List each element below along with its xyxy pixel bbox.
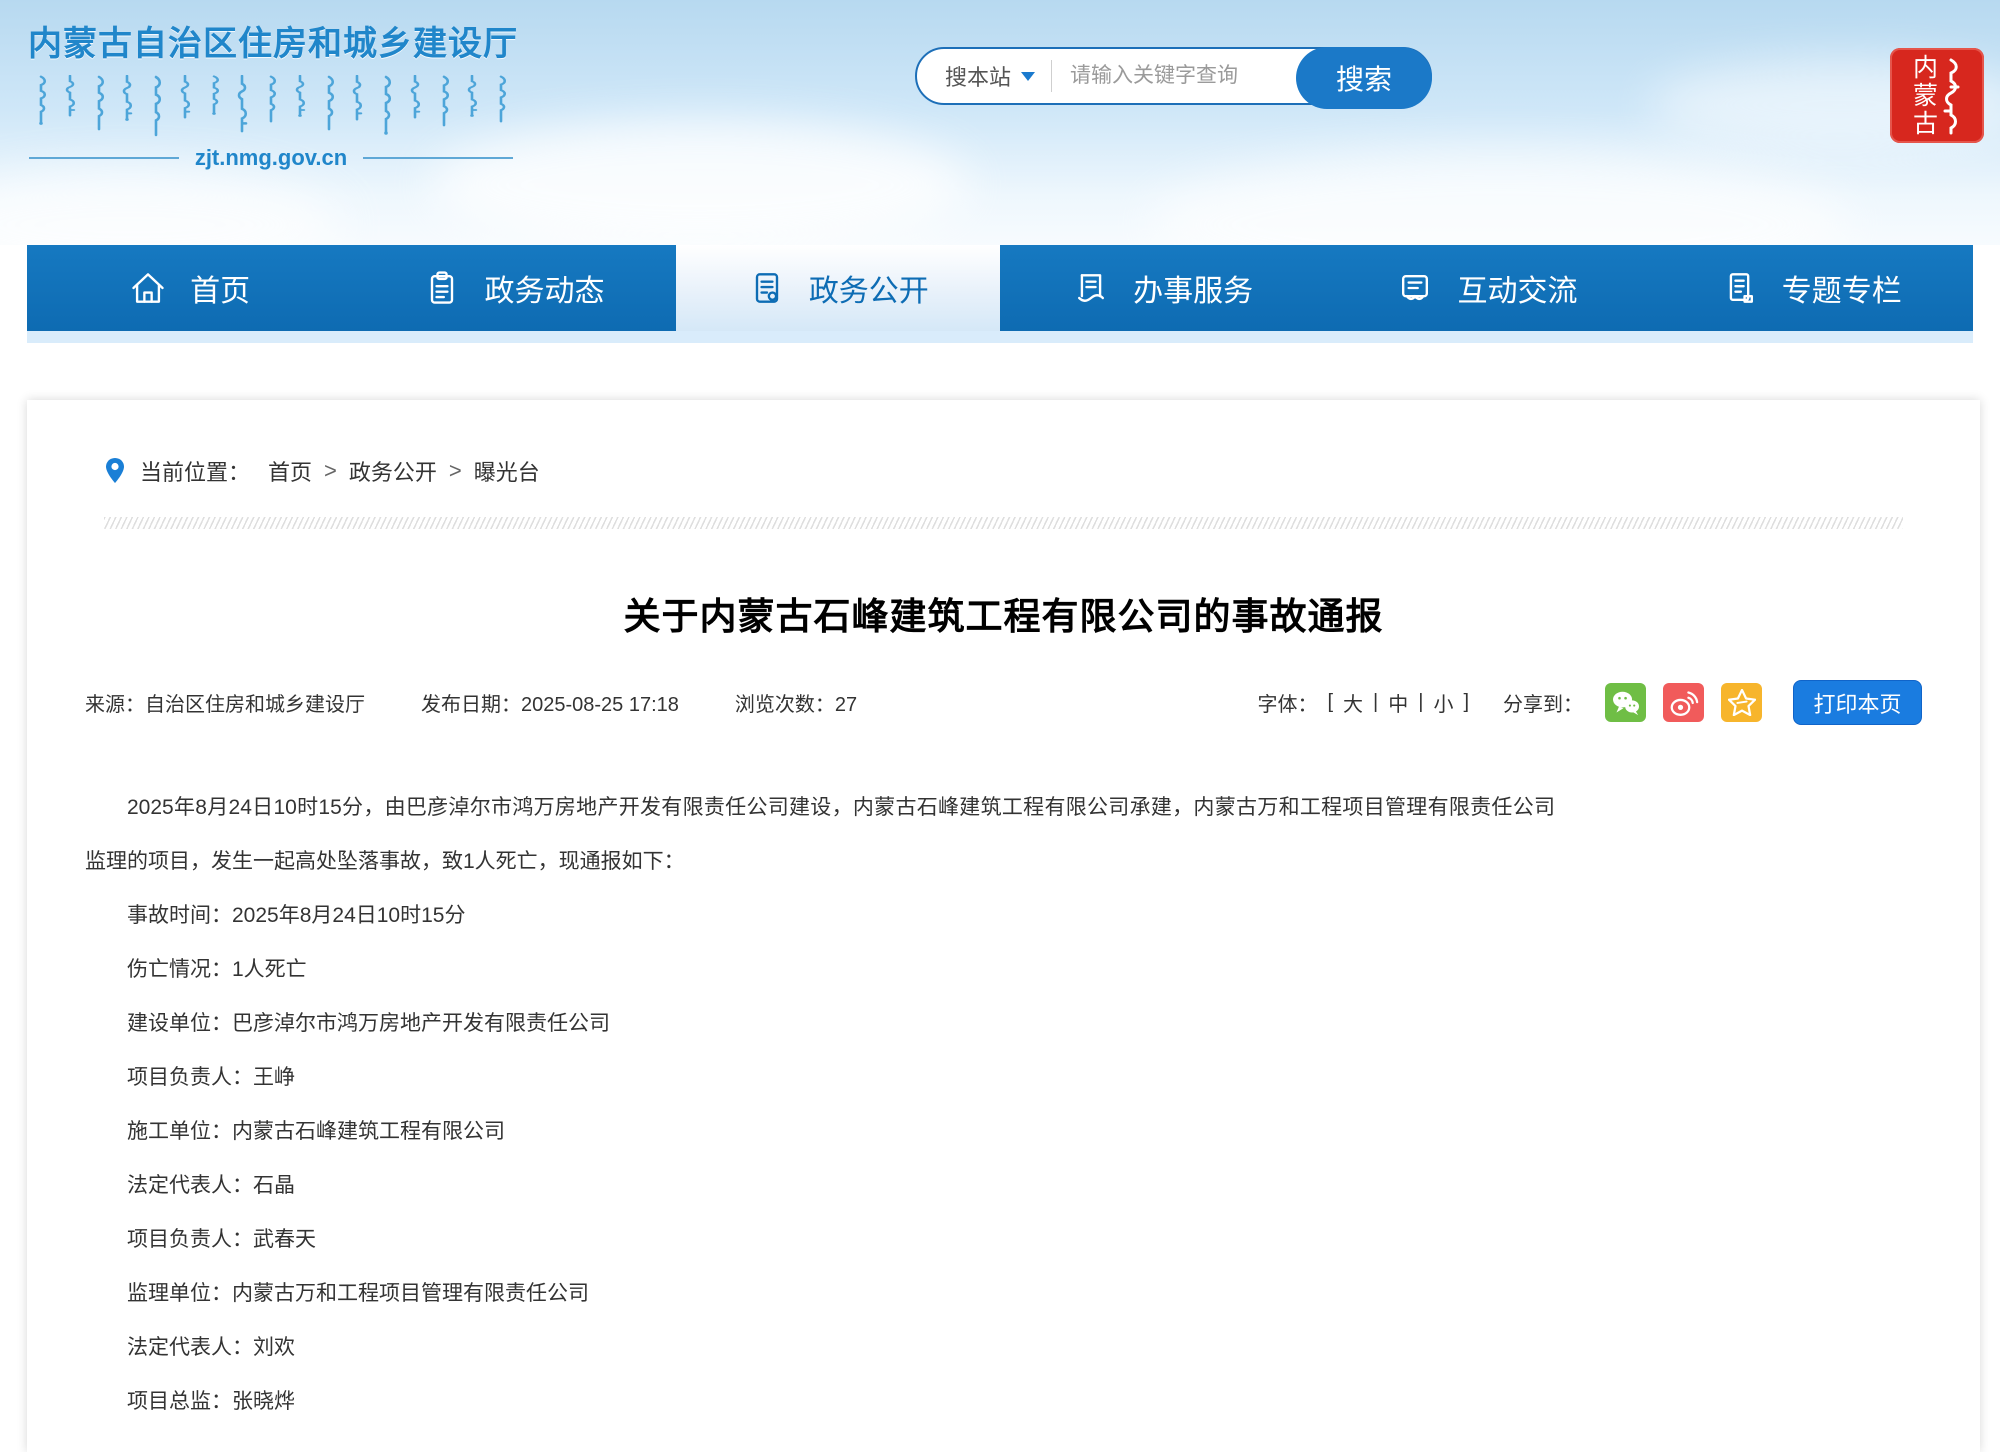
meta-date: 发布日期：2025-08-25 17:18 (421, 688, 679, 717)
column-doc-icon (1720, 268, 1760, 308)
share-label: 分享到： (1503, 688, 1583, 717)
font-size-small[interactable]: 小 (1433, 688, 1453, 717)
clipboard-icon (422, 268, 462, 308)
font-bracket: [ (1327, 691, 1333, 714)
search-divider (1051, 60, 1052, 92)
font-size-large[interactable]: 大 (1343, 688, 1363, 717)
article-paragraph: 施工单位：内蒙古石峰建筑工程有限公司 (85, 1105, 1555, 1159)
mongolian-script (28, 75, 514, 141)
meta-date-value: 2025-08-25 17:18 (521, 694, 679, 716)
search-button[interactable]: 搜索 (1296, 47, 1432, 109)
article-paragraph: 项目总监：张晓烨 (85, 1375, 1555, 1429)
article-meta-right: 字体： [ 大 | 中 | 小 ] 分享到： (1257, 680, 1922, 725)
cloud-decoration (1150, 150, 1850, 245)
font-pipe: | (1418, 691, 1423, 714)
nav-item-label: 首页 (190, 266, 250, 310)
article-meta-left: 来源：自治区住房和城乡建设厅 发布日期：2025-08-25 17:18 浏览次… (85, 688, 857, 717)
nav-item-label: 互动交流 (1457, 266, 1577, 310)
nav-item-home[interactable]: 首页 (27, 245, 351, 331)
article-paragraph: 2025年8月24日10时15分，由巴彦淖尔市鸿万房地产开发有限责任公司建设，内… (85, 781, 1555, 889)
nav-strip (27, 331, 1973, 343)
article-paragraph: 法定代表人：刘欢 (85, 1321, 1555, 1375)
site-domain-row: zjt.nmg.gov.cn (28, 145, 514, 171)
divider-line (363, 157, 513, 159)
share-star-button[interactable] (1721, 683, 1762, 722)
breadcrumb-link-home[interactable]: 首页 (268, 455, 312, 487)
divider-line (29, 157, 179, 159)
location-pin-icon (104, 457, 126, 485)
article-paragraph: 建设单位：巴彦淖尔市鸿万房地产开发有限责任公司 (85, 997, 1555, 1051)
home-icon (128, 268, 168, 308)
article-paragraph: 伤亡情况：1人死亡 (85, 943, 1555, 997)
nmg-seal: 内蒙古 (1890, 48, 1984, 143)
site-header: 内蒙古自治区住房和城乡建设厅 zjt.nmg.gov.cn 搜本站 搜索 内蒙古 (0, 0, 2000, 245)
seal-mongolian-glyph (1938, 57, 1964, 135)
nav-item-label: 办事服务 (1133, 266, 1253, 310)
site-domain: zjt.nmg.gov.cn (195, 145, 347, 171)
scroll-doc-icon (1071, 268, 1111, 308)
site-title: 内蒙古自治区住房和城乡建设厅 (28, 16, 514, 65)
meta-views-value: 27 (835, 694, 857, 716)
chevron-down-icon (1021, 72, 1035, 81)
nav-item-news[interactable]: 政务动态 (351, 245, 675, 331)
meta-views: 浏览次数：27 (735, 688, 857, 717)
nav-item-interaction[interactable]: 互动交流 (1324, 245, 1648, 331)
search-scope-label: 搜本站 (945, 60, 1011, 92)
font-pipe: | (1373, 691, 1378, 714)
wechat-icon (1611, 690, 1641, 716)
share-weibo-button[interactable] (1663, 683, 1704, 722)
breadcrumb: 当前位置： 首页 > 政务公开 > 曝光台 (104, 455, 1903, 487)
article-paragraph: 项目负责人：王峥 (85, 1051, 1555, 1105)
site-logo[interactable]: 内蒙古自治区住房和城乡建设厅 zjt.nmg.gov.cn (28, 16, 514, 171)
meta-source: 来源：自治区住房和城乡建设厅 (85, 688, 365, 717)
nav-item-label: 政务动态 (484, 266, 604, 310)
breadcrumb-label: 当前位置： (140, 455, 250, 487)
font-bracket: ] (1463, 691, 1469, 714)
breadcrumb-link-public-info[interactable]: 政务公开 (349, 455, 437, 487)
meta-source-label: 来源： (85, 694, 145, 716)
nav-item-special-topics[interactable]: 专题专栏 (1649, 245, 1973, 331)
article-paragraph: 法定代表人：石晶 (85, 1159, 1555, 1213)
cloud-decoration (0, 170, 340, 245)
meta-date-label: 发布日期： (421, 694, 521, 716)
main-nav: 首页 政务动态 政务公开 办事服务 互动交流 专题专栏 (27, 245, 1973, 331)
article-body: 2025年8月24日10时15分，由巴彦淖尔市鸿万房地产开发有限责任公司建设，内… (85, 781, 1555, 1429)
breadcrumb-separator: > (324, 458, 337, 484)
breadcrumb-separator: > (449, 458, 462, 484)
nav-item-label: 专题专栏 (1782, 266, 1902, 310)
weibo-icon (1669, 689, 1699, 717)
print-page-button[interactable]: 打印本页 (1793, 680, 1922, 725)
article-title: 关于内蒙古石峰建筑工程有限公司的事故通报 (87, 586, 1920, 640)
article-paragraph: 监理单位：内蒙古万和工程项目管理有限责任公司 (85, 1267, 1555, 1321)
search-scope-dropdown[interactable]: 搜本站 (917, 60, 1035, 92)
font-size-medium[interactable]: 中 (1388, 688, 1408, 717)
seal-text: 内蒙古 (1911, 54, 1936, 138)
article-paragraph: 事故时间：2025年8月24日10时15分 (85, 889, 1555, 943)
nav-item-services[interactable]: 办事服务 (1000, 245, 1324, 331)
content-card: 当前位置： 首页 > 政务公开 > 曝光台 关于内蒙古石峰建筑工程有限公司的事故… (27, 400, 1980, 1452)
font-size-widget: 字体： [ 大 | 中 | 小 ] (1257, 688, 1469, 717)
font-size-label: 字体： (1257, 688, 1317, 717)
star-icon (1728, 689, 1756, 716)
hatch-divider (104, 517, 1903, 529)
document-list-icon (747, 268, 787, 308)
article-meta: 来源：自治区住房和城乡建设厅 发布日期：2025-08-25 17:18 浏览次… (85, 680, 1922, 725)
article-paragraph: 项目负责人：武春天 (85, 1213, 1555, 1267)
nav-item-label: 政务公开 (809, 266, 929, 310)
meta-views-label: 浏览次数： (735, 694, 835, 716)
search-bar: 搜本站 搜索 (915, 47, 1432, 105)
share-wechat-button[interactable] (1605, 683, 1646, 722)
breadcrumb-current: 曝光台 (474, 455, 540, 487)
meta-source-value: 自治区住房和城乡建设厅 (145, 694, 365, 716)
nav-item-public-info[interactable]: 政务公开 (676, 245, 1000, 331)
chat-book-icon (1395, 268, 1435, 308)
